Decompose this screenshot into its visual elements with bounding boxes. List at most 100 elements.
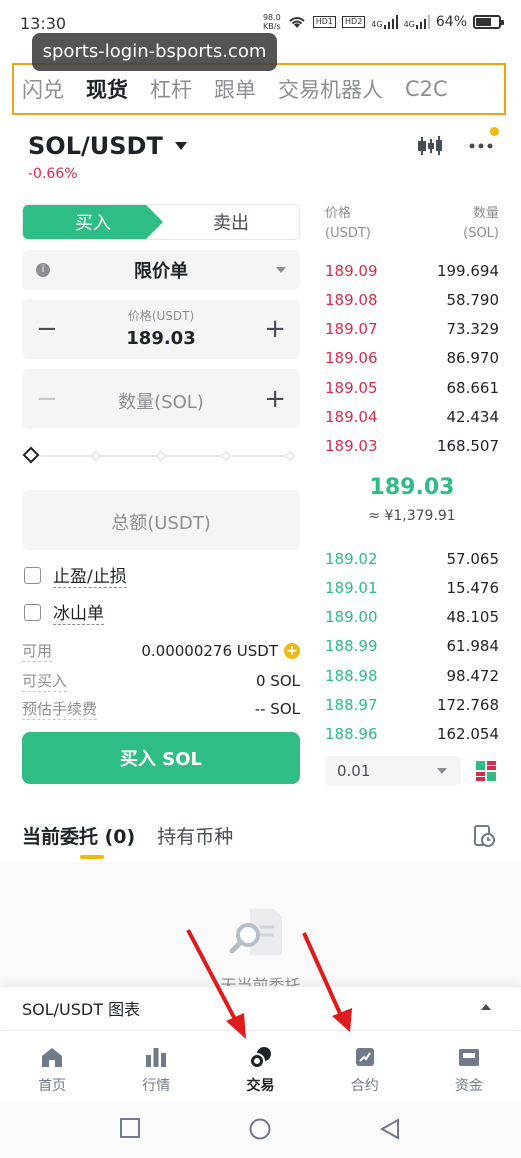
signal-icon <box>415 15 430 29</box>
bid-quantity: 172.768 <box>436 696 499 714</box>
back-button-icon[interactable] <box>380 1118 400 1140</box>
slider-handle[interactable] <box>22 446 40 464</box>
net-speed-unit: KB/s <box>263 22 281 31</box>
quantity-increase-button[interactable]: + <box>264 384 286 414</box>
ask-row[interactable]: 189.08 58.790 <box>325 285 499 314</box>
ask-row[interactable]: 189.03 168.507 <box>325 432 499 461</box>
nav-home-label: 首页 <box>38 1078 67 1094</box>
tab-trading-bots[interactable]: 交易机器人 <box>278 74 383 104</box>
checkbox-icon[interactable] <box>24 566 41 584</box>
price-value[interactable]: 189.03 <box>22 328 300 349</box>
ask-quantity: 168.507 <box>436 437 499 456</box>
home-button-icon[interactable] <box>249 1118 271 1140</box>
price-input[interactable]: − 价格(USDT) 189.03 + <box>22 299 300 359</box>
ask-price: 189.07 <box>325 320 378 339</box>
ask-quantity: 42.434 <box>446 408 500 426</box>
bid-row[interactable]: 188.96 162.054 <box>325 720 499 749</box>
last-price: 189.03 <box>369 475 455 500</box>
ask-price: 189.04 <box>325 408 378 426</box>
slider-tick-75[interactable] <box>220 450 232 462</box>
wallet-icon <box>458 1049 479 1066</box>
bid-price: 188.97 <box>325 696 378 714</box>
tab-open-orders[interactable]: 当前委托 (0) <box>22 822 135 859</box>
order-history-icon[interactable] <box>472 824 496 848</box>
total-input[interactable]: 总额(USDT) <box>22 490 300 550</box>
slider-tick-25[interactable] <box>90 450 102 462</box>
tab-holdings[interactable]: 持有币种 <box>157 822 233 849</box>
chevron-up-icon <box>481 1004 491 1010</box>
pair-selector[interactable]: SOL/USDT <box>28 132 187 160</box>
futures-icon <box>355 1048 374 1066</box>
ask-row[interactable]: 189.09 199.694 <box>325 256 499 285</box>
price-label: 价格(USDT) <box>127 309 195 323</box>
deposit-plus-icon[interactable]: + <box>284 643 300 659</box>
bid-price: 189.01 <box>325 578 378 597</box>
order-book-layout-icon[interactable] <box>475 760 497 782</box>
bid-row[interactable]: 189.02 57.065 <box>325 544 499 573</box>
watermark-banner: sports-login-bsports.com <box>32 33 277 71</box>
recents-button-icon[interactable] <box>120 1118 140 1138</box>
tab-copy-trading[interactable]: 跟单 <box>214 74 256 104</box>
can-buy-row: 可买入 0 SOL <box>22 670 300 692</box>
bid-price: 188.99 <box>325 637 378 656</box>
system-nav-bar <box>0 1102 521 1158</box>
battery-icon <box>473 15 504 29</box>
slider-tick-100[interactable] <box>284 450 296 462</box>
bid-row[interactable]: 188.99 61.984 <box>325 632 499 661</box>
price-increase-button[interactable]: + <box>264 314 286 344</box>
tab-convert[interactable]: 闪兑 <box>22 74 64 104</box>
caret-down-icon <box>174 142 187 150</box>
nav-assets[interactable]: 资金 <box>417 1031 521 1102</box>
signal-icon <box>383 15 398 29</box>
bid-price: 188.96 <box>325 725 378 744</box>
iceberg-checkbox[interactable]: 冰山单 <box>24 599 104 625</box>
order-type-select[interactable]: i 限价单 <box>22 250 300 290</box>
bid-quantity: 15.476 <box>446 578 500 597</box>
order-type-label: 限价单 <box>134 261 188 282</box>
bid-price: 189.02 <box>325 549 378 568</box>
bid-price: 189.00 <box>325 608 378 627</box>
candlestick-chart-icon[interactable] <box>417 135 443 157</box>
depth-select[interactable]: 0.01 <box>325 756 461 786</box>
bid-row[interactable]: 188.97 172.768 <box>325 691 499 720</box>
more-options-icon[interactable] <box>469 143 493 149</box>
checkbox-icon[interactable] <box>24 603 41 621</box>
tab-spot[interactable]: 现货 <box>86 74 128 104</box>
ask-quantity: 68.661 <box>446 378 500 397</box>
ask-row[interactable]: 189.07 73.329 <box>325 315 499 344</box>
available-row: 可用 0.00000276 USDT + <box>22 640 300 662</box>
quantity-input[interactable]: − 数量(SOL) + <box>22 369 300 429</box>
nav-futures[interactable]: 合约 <box>313 1031 417 1102</box>
nav-markets[interactable]: 行情 <box>104 1031 208 1102</box>
ask-row[interactable]: 189.05 68.661 <box>325 373 499 402</box>
ask-row[interactable]: 189.04 42.434 <box>325 403 499 432</box>
price-header-line1: 价格 <box>325 206 352 221</box>
sell-tab[interactable]: 卖出 <box>163 205 299 239</box>
bid-quantity: 162.054 <box>436 725 499 744</box>
chart-drawer-toggle[interactable]: SOL/USDT 图表 <box>0 986 521 1028</box>
tp-sl-checkbox[interactable]: 止盈/止损 <box>24 562 127 588</box>
buy-tab[interactable]: 买入 <box>23 205 163 239</box>
signal-2: 4G <box>404 15 430 29</box>
nav-futures-label: 合约 <box>350 1078 379 1094</box>
slider-tick-50[interactable] <box>155 450 167 462</box>
order-book-qty-header: 数量 (SOL) <box>463 204 499 244</box>
bid-quantity: 48.105 <box>446 608 500 627</box>
price-header-line2: (USDT) <box>325 226 371 241</box>
order-book-price-header: 价格 (USDT) <box>325 204 371 244</box>
ask-quantity: 199.694 <box>436 261 499 280</box>
bid-row[interactable]: 189.00 48.105 <box>325 603 499 632</box>
ask-price: 189.06 <box>325 349 378 368</box>
ask-row[interactable]: 189.06 86.970 <box>325 344 499 373</box>
nav-trade[interactable]: 交易 <box>208 1031 312 1102</box>
tab-c2c[interactable]: C2C <box>405 77 448 101</box>
amount-slider[interactable] <box>22 446 296 466</box>
nav-assets-label: 资金 <box>454 1078 483 1094</box>
fee-value: -- SOL <box>254 700 300 718</box>
bid-row[interactable]: 189.01 15.476 <box>325 573 499 602</box>
buy-sol-button[interactable]: 买入 SOL <box>22 732 300 784</box>
nav-home[interactable]: 首页 <box>0 1031 104 1102</box>
tab-margin[interactable]: 杠杆 <box>150 74 192 104</box>
bid-row[interactable]: 188.98 98.472 <box>325 661 499 690</box>
info-icon[interactable]: i <box>36 263 50 277</box>
